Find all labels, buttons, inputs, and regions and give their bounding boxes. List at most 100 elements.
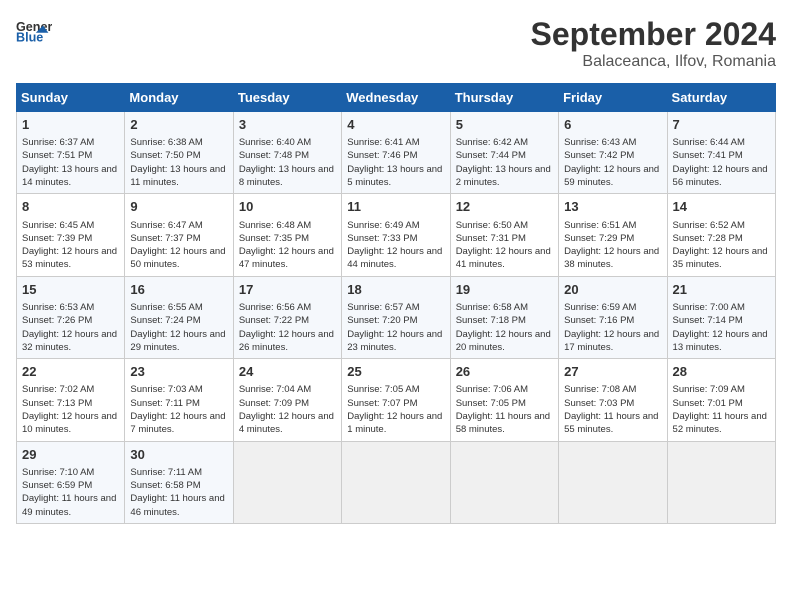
sunset-label: Sunset: 7:41 PM	[673, 150, 743, 161]
day-number: 2	[130, 116, 227, 134]
calendar-cell: 5 Sunrise: 6:42 AM Sunset: 7:44 PM Dayli…	[450, 112, 558, 194]
calendar-cell: 4 Sunrise: 6:41 AM Sunset: 7:46 PM Dayli…	[342, 112, 450, 194]
day-number: 18	[347, 281, 444, 299]
calendar-cell: 2 Sunrise: 6:38 AM Sunset: 7:50 PM Dayli…	[125, 112, 233, 194]
sunset-label: Sunset: 6:58 PM	[130, 480, 200, 491]
col-header-saturday: Saturday	[667, 84, 775, 112]
day-number: 1	[22, 116, 119, 134]
sunset-label: Sunset: 7:14 PM	[673, 315, 743, 326]
sunset-label: Sunset: 7:13 PM	[22, 398, 92, 409]
sunrise-label: Sunrise: 6:44 AM	[673, 137, 745, 148]
calendar-cell: 12 Sunrise: 6:50 AM Sunset: 7:31 PM Dayl…	[450, 194, 558, 276]
sunrise-label: Sunrise: 7:05 AM	[347, 384, 419, 395]
sunrise-label: Sunrise: 6:43 AM	[564, 137, 636, 148]
calendar-cell: 1 Sunrise: 6:37 AM Sunset: 7:51 PM Dayli…	[17, 112, 125, 194]
sunset-label: Sunset: 7:44 PM	[456, 150, 526, 161]
col-header-sunday: Sunday	[17, 84, 125, 112]
calendar-cell: 7 Sunrise: 6:44 AM Sunset: 7:41 PM Dayli…	[667, 112, 775, 194]
sunset-label: Sunset: 7:37 PM	[130, 233, 200, 244]
calendar-cell: 8 Sunrise: 6:45 AM Sunset: 7:39 PM Dayli…	[17, 194, 125, 276]
sunset-label: Sunset: 7:20 PM	[347, 315, 417, 326]
sunrise-label: Sunrise: 7:10 AM	[22, 467, 94, 478]
day-number: 20	[564, 281, 661, 299]
day-number: 4	[347, 116, 444, 134]
daylight-label: Daylight: 12 hours and 17 minutes.	[564, 329, 659, 353]
logo: General Blue	[16, 16, 52, 44]
daylight-label: Daylight: 12 hours and 7 minutes.	[130, 411, 225, 435]
daylight-label: Daylight: 11 hours and 46 minutes.	[130, 493, 224, 517]
sunset-label: Sunset: 7:16 PM	[564, 315, 634, 326]
daylight-label: Daylight: 11 hours and 58 minutes.	[456, 411, 550, 435]
day-number: 15	[22, 281, 119, 299]
calendar-cell: 30 Sunrise: 7:11 AM Sunset: 6:58 PM Dayl…	[125, 441, 233, 523]
sunset-label: Sunset: 7:31 PM	[456, 233, 526, 244]
sunrise-label: Sunrise: 6:49 AM	[347, 220, 419, 231]
sunrise-label: Sunrise: 6:50 AM	[456, 220, 528, 231]
sunrise-label: Sunrise: 6:58 AM	[456, 302, 528, 313]
day-number: 8	[22, 198, 119, 216]
day-number: 12	[456, 198, 553, 216]
sunrise-label: Sunrise: 6:45 AM	[22, 220, 94, 231]
col-header-friday: Friday	[559, 84, 667, 112]
calendar-cell: 14 Sunrise: 6:52 AM Sunset: 7:28 PM Dayl…	[667, 194, 775, 276]
sunset-label: Sunset: 7:03 PM	[564, 398, 634, 409]
sunset-label: Sunset: 7:29 PM	[564, 233, 634, 244]
daylight-label: Daylight: 12 hours and 53 minutes.	[22, 246, 117, 270]
daylight-label: Daylight: 12 hours and 26 minutes.	[239, 329, 334, 353]
sunrise-label: Sunrise: 7:06 AM	[456, 384, 528, 395]
sunset-label: Sunset: 7:46 PM	[347, 150, 417, 161]
daylight-label: Daylight: 13 hours and 14 minutes.	[22, 164, 117, 188]
daylight-label: Daylight: 11 hours and 52 minutes.	[673, 411, 767, 435]
day-number: 3	[239, 116, 336, 134]
daylight-label: Daylight: 12 hours and 44 minutes.	[347, 246, 442, 270]
calendar-table: SundayMondayTuesdayWednesdayThursdayFrid…	[16, 83, 776, 524]
daylight-label: Daylight: 13 hours and 2 minutes.	[456, 164, 551, 188]
day-number: 6	[564, 116, 661, 134]
daylight-label: Daylight: 11 hours and 55 minutes.	[564, 411, 658, 435]
sunset-label: Sunset: 7:28 PM	[673, 233, 743, 244]
sunset-label: Sunset: 7:26 PM	[22, 315, 92, 326]
sunset-label: Sunset: 7:33 PM	[347, 233, 417, 244]
daylight-label: Daylight: 12 hours and 59 minutes.	[564, 164, 659, 188]
calendar-cell: 18 Sunrise: 6:57 AM Sunset: 7:20 PM Dayl…	[342, 276, 450, 358]
sunrise-label: Sunrise: 6:51 AM	[564, 220, 636, 231]
day-number: 17	[239, 281, 336, 299]
day-number: 26	[456, 363, 553, 381]
sunrise-label: Sunrise: 6:48 AM	[239, 220, 311, 231]
col-header-wednesday: Wednesday	[342, 84, 450, 112]
day-number: 13	[564, 198, 661, 216]
sunrise-label: Sunrise: 6:40 AM	[239, 137, 311, 148]
daylight-label: Daylight: 12 hours and 41 minutes.	[456, 246, 551, 270]
day-number: 30	[130, 446, 227, 464]
sunrise-label: Sunrise: 7:11 AM	[130, 467, 202, 478]
calendar-cell	[559, 441, 667, 523]
day-number: 5	[456, 116, 553, 134]
sunset-label: Sunset: 7:48 PM	[239, 150, 309, 161]
day-number: 10	[239, 198, 336, 216]
calendar-cell: 11 Sunrise: 6:49 AM Sunset: 7:33 PM Dayl…	[342, 194, 450, 276]
day-number: 25	[347, 363, 444, 381]
daylight-label: Daylight: 12 hours and 20 minutes.	[456, 329, 551, 353]
calendar-cell	[450, 441, 558, 523]
page-header: General Blue September 2024 Balaceanca, …	[16, 16, 776, 71]
sunrise-label: Sunrise: 7:03 AM	[130, 384, 202, 395]
calendar-cell: 19 Sunrise: 6:58 AM Sunset: 7:18 PM Dayl…	[450, 276, 558, 358]
sunrise-label: Sunrise: 6:57 AM	[347, 302, 419, 313]
sunset-label: Sunset: 7:24 PM	[130, 315, 200, 326]
calendar-cell: 22 Sunrise: 7:02 AM Sunset: 7:13 PM Dayl…	[17, 359, 125, 441]
sunset-label: Sunset: 7:42 PM	[564, 150, 634, 161]
calendar-cell	[233, 441, 341, 523]
calendar-cell: 23 Sunrise: 7:03 AM Sunset: 7:11 PM Dayl…	[125, 359, 233, 441]
day-number: 21	[673, 281, 770, 299]
daylight-label: Daylight: 12 hours and 35 minutes.	[673, 246, 768, 270]
daylight-label: Daylight: 12 hours and 13 minutes.	[673, 329, 768, 353]
calendar-cell: 10 Sunrise: 6:48 AM Sunset: 7:35 PM Dayl…	[233, 194, 341, 276]
calendar-cell	[342, 441, 450, 523]
daylight-label: Daylight: 13 hours and 8 minutes.	[239, 164, 334, 188]
day-number: 7	[673, 116, 770, 134]
sunset-label: Sunset: 7:11 PM	[130, 398, 200, 409]
calendar-body: 1 Sunrise: 6:37 AM Sunset: 7:51 PM Dayli…	[17, 112, 776, 524]
sunrise-label: Sunrise: 7:08 AM	[564, 384, 636, 395]
sunrise-label: Sunrise: 6:59 AM	[564, 302, 636, 313]
sunset-label: Sunset: 7:05 PM	[456, 398, 526, 409]
